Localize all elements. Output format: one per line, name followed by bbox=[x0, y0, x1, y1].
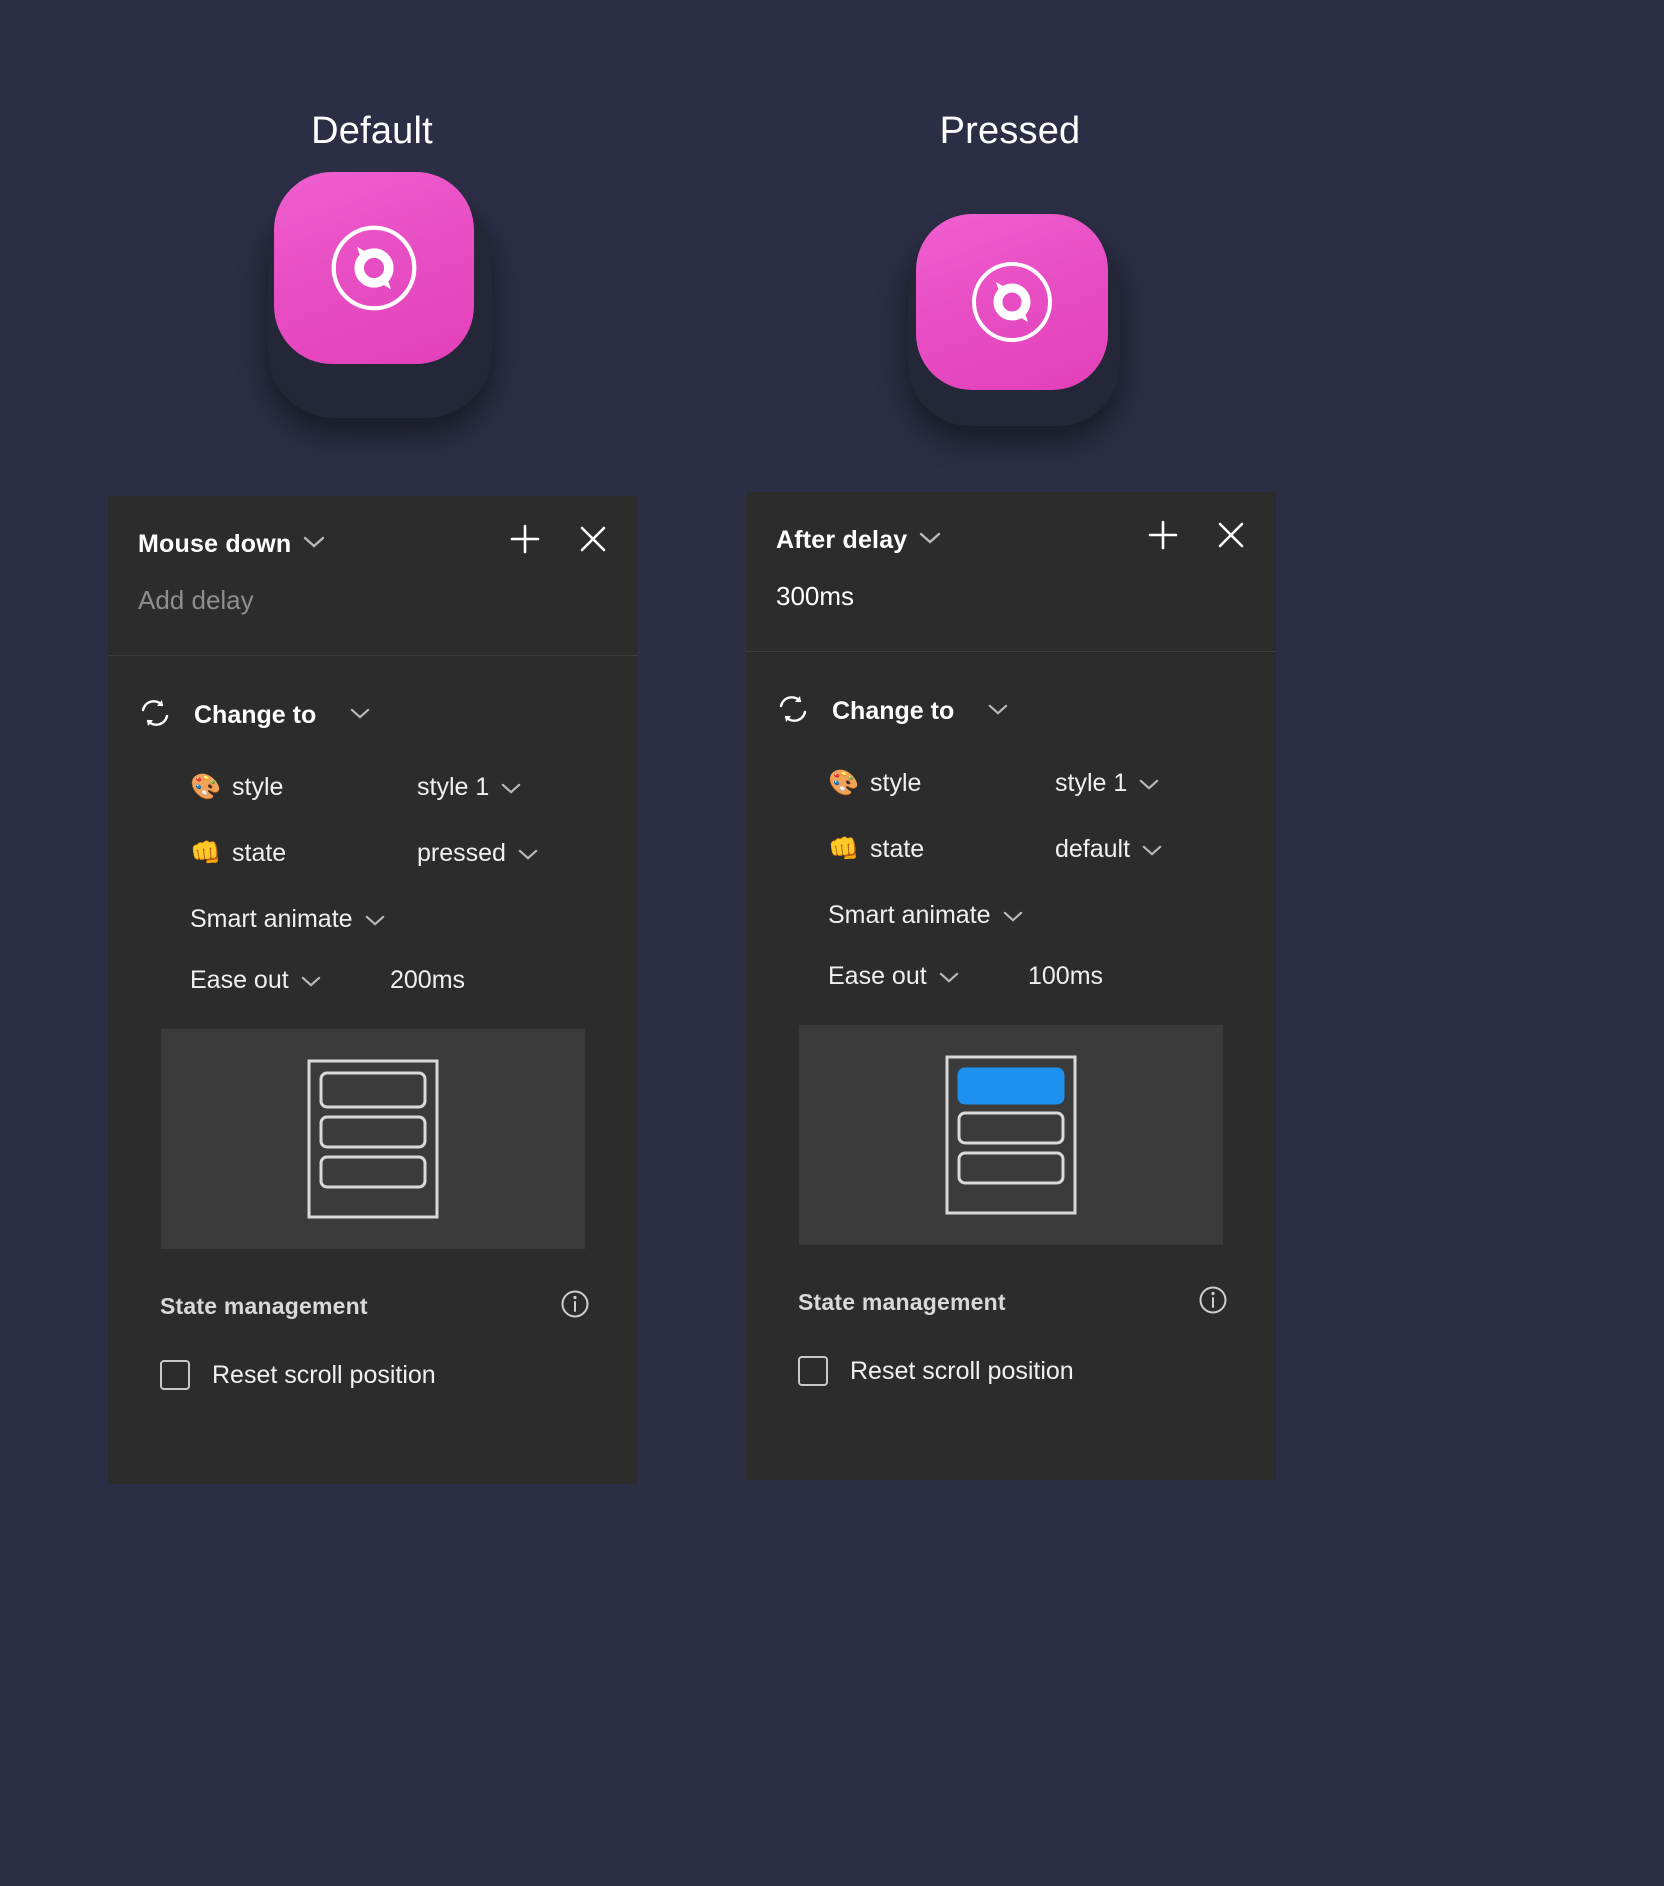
change-to-icon bbox=[138, 698, 172, 733]
wireframe-preview bbox=[307, 1059, 439, 1219]
state-management-header: State management bbox=[160, 1289, 590, 1324]
property-row-style[interactable]: 🎨 style style 1 bbox=[190, 769, 608, 805]
property-row-state[interactable]: 👊 state pressed bbox=[190, 835, 608, 871]
property-row-state[interactable]: 👊 state default bbox=[828, 831, 1246, 867]
property-value-label: default bbox=[1055, 834, 1131, 863]
property-value-dropdown[interactable]: default bbox=[1055, 835, 1162, 864]
canvas: Default Pressed Mouse down Add delay Cha… bbox=[0, 0, 1664, 1886]
palette-emoji: 🎨 bbox=[190, 772, 222, 801]
button-cap[interactable] bbox=[274, 172, 474, 364]
property-value-label: style 1 bbox=[1055, 768, 1128, 797]
delay-input[interactable]: Add delay bbox=[138, 585, 608, 616]
reset-scroll-position-row[interactable]: Reset scroll position bbox=[160, 1360, 608, 1390]
reset-scroll-position-label: Reset scroll position bbox=[212, 1360, 436, 1389]
transition-preview-pressed bbox=[799, 1025, 1223, 1245]
change-to-icon bbox=[776, 694, 810, 729]
easing-dropdown[interactable]: Ease out bbox=[190, 966, 390, 995]
chevron-down-icon[interactable] bbox=[350, 707, 370, 725]
disc-icon bbox=[331, 225, 417, 311]
add-interaction-button[interactable] bbox=[1146, 518, 1180, 552]
action-row[interactable]: Change to bbox=[776, 694, 1246, 729]
panel-body: Change to 🎨 style style 1 👊 state bbox=[108, 656, 638, 1390]
chevron-down-icon[interactable] bbox=[1139, 769, 1159, 798]
property-row-style[interactable]: 🎨 style style 1 bbox=[828, 765, 1246, 801]
close-panel-button[interactable] bbox=[576, 522, 610, 556]
close-panel-button[interactable] bbox=[1214, 518, 1248, 552]
animation-type-label: Smart animate bbox=[828, 901, 991, 929]
chevron-down-icon[interactable] bbox=[303, 535, 325, 554]
chevron-down-icon[interactable] bbox=[518, 839, 538, 868]
button-cap[interactable] bbox=[916, 214, 1108, 390]
property-value-dropdown[interactable]: style 1 bbox=[417, 773, 521, 802]
easing-row: Ease out 200ms bbox=[190, 966, 608, 995]
state-management-header: State management bbox=[798, 1285, 1228, 1320]
chevron-down-icon[interactable] bbox=[301, 966, 321, 995]
property-name: style bbox=[232, 772, 284, 801]
animation-type-label: Smart animate bbox=[190, 905, 353, 933]
animation-type-dropdown[interactable]: Smart animate bbox=[828, 901, 1246, 930]
reset-scroll-position-label: Reset scroll position bbox=[850, 1356, 1074, 1385]
chevron-down-icon[interactable] bbox=[501, 773, 521, 802]
action-type-label: Change to bbox=[832, 697, 955, 725]
easing-label: Ease out bbox=[190, 966, 289, 994]
property-name: style bbox=[870, 768, 922, 797]
property-value-label: pressed bbox=[417, 838, 506, 867]
panel-body: Change to 🎨 style style 1 👊 state bbox=[746, 652, 1276, 1386]
pressed-state-button[interactable] bbox=[900, 200, 1140, 440]
pressed-state-title: Pressed bbox=[939, 110, 1081, 152]
chevron-down-icon[interactable] bbox=[988, 703, 1008, 721]
reset-scroll-position-checkbox[interactable] bbox=[160, 1360, 190, 1390]
chevron-down-icon[interactable] bbox=[919, 531, 941, 550]
animation-type-dropdown[interactable]: Smart animate bbox=[190, 905, 608, 934]
chevron-down-icon[interactable] bbox=[1142, 835, 1162, 864]
property-name: state bbox=[870, 834, 925, 863]
info-icon[interactable] bbox=[1198, 1285, 1228, 1320]
section-title: State management bbox=[160, 1293, 368, 1319]
default-state-button[interactable] bbox=[260, 172, 500, 418]
panel-header: After delay 300ms bbox=[746, 492, 1276, 652]
fist-emoji: 👊 bbox=[190, 838, 222, 867]
trigger-type-label[interactable]: After delay bbox=[776, 526, 907, 555]
reset-scroll-position-row[interactable]: Reset scroll position bbox=[798, 1356, 1246, 1386]
interaction-panel-mouse-down: Mouse down Add delay Change to 🎨 style s… bbox=[108, 496, 638, 1484]
action-type-label: Change to bbox=[194, 701, 317, 729]
default-state-title: Default bbox=[311, 110, 433, 152]
palette-emoji: 🎨 bbox=[828, 768, 860, 797]
info-icon[interactable] bbox=[560, 1289, 590, 1324]
action-row[interactable]: Change to bbox=[138, 698, 608, 733]
easing-dropdown[interactable]: Ease out bbox=[828, 962, 1028, 991]
interaction-panel-after-delay: After delay 300ms Change to 🎨 style styl… bbox=[746, 492, 1276, 1480]
transition-preview-default bbox=[161, 1029, 585, 1249]
property-value-label: style 1 bbox=[417, 772, 490, 801]
reset-scroll-position-checkbox[interactable] bbox=[798, 1356, 828, 1386]
fist-emoji: 👊 bbox=[828, 834, 860, 863]
delay-input[interactable]: 300ms bbox=[776, 581, 1246, 612]
duration-input[interactable]: 200ms bbox=[390, 966, 465, 995]
panel-header: Mouse down Add delay bbox=[108, 496, 638, 656]
chevron-down-icon[interactable] bbox=[939, 962, 959, 991]
property-value-dropdown[interactable]: style 1 bbox=[1055, 769, 1159, 798]
property-name: state bbox=[232, 838, 287, 867]
add-interaction-button[interactable] bbox=[508, 522, 542, 556]
duration-input[interactable]: 100ms bbox=[1028, 962, 1103, 991]
easing-label: Ease out bbox=[828, 962, 927, 990]
chevron-down-icon[interactable] bbox=[1003, 901, 1023, 930]
trigger-type-label[interactable]: Mouse down bbox=[138, 530, 291, 559]
wireframe-preview bbox=[945, 1055, 1077, 1215]
easing-row: Ease out 100ms bbox=[828, 962, 1246, 991]
section-title: State management bbox=[798, 1289, 1006, 1315]
disc-icon bbox=[972, 262, 1052, 342]
property-value-dropdown[interactable]: pressed bbox=[417, 839, 538, 868]
chevron-down-icon[interactable] bbox=[365, 905, 385, 934]
